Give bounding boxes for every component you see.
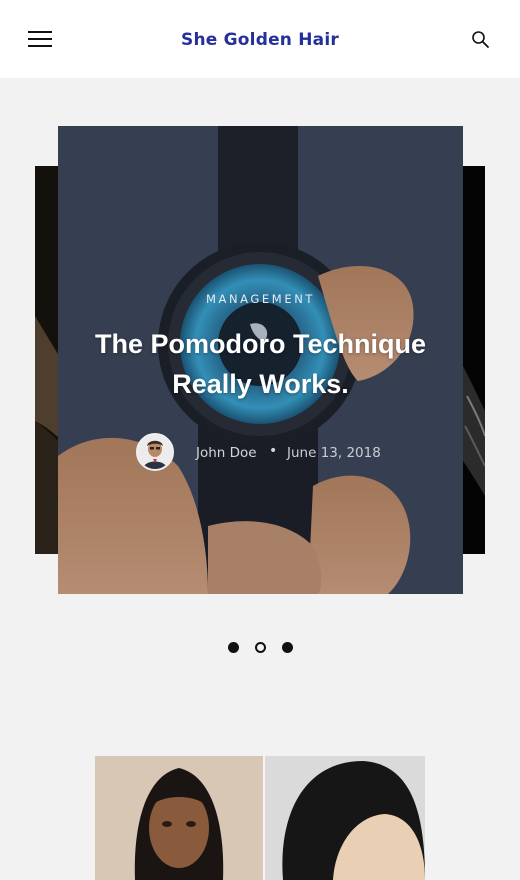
featured-post-card[interactable]: MANAGEMENT The Pomodoro Technique Really… xyxy=(58,126,463,594)
author-avatar[interactable] xyxy=(136,433,174,471)
search-icon[interactable] xyxy=(470,29,492,51)
post-author[interactable]: John Doe xyxy=(196,445,257,461)
post-thumbnail-image[interactable] xyxy=(95,756,425,880)
post-title-line-2: Really Works. xyxy=(172,369,349,399)
post-meta: John Doe • June 13, 2018 xyxy=(58,432,463,472)
slider-dot-2-active[interactable] xyxy=(255,642,266,653)
featured-posts-slider[interactable]: MANAGEMENT The Pomodoro Technique Really… xyxy=(0,126,520,596)
slider-dot-3[interactable] xyxy=(282,642,293,653)
post-date: June 13, 2018 xyxy=(287,445,381,461)
wig-model-photo-left xyxy=(95,756,263,880)
post-title[interactable]: The Pomodoro Technique Really Works. xyxy=(78,324,443,404)
post-category[interactable]: MANAGEMENT xyxy=(58,292,463,306)
slider-pagination xyxy=(228,642,298,654)
post-title-line-1: The Pomodoro Technique xyxy=(94,329,426,359)
site-header: She Golden Hair xyxy=(0,0,520,78)
site-title[interactable]: She Golden Hair xyxy=(0,30,520,50)
meta-separator: • xyxy=(269,443,278,459)
wig-product-photo-right xyxy=(263,756,425,880)
slider-dot-1[interactable] xyxy=(228,642,239,653)
